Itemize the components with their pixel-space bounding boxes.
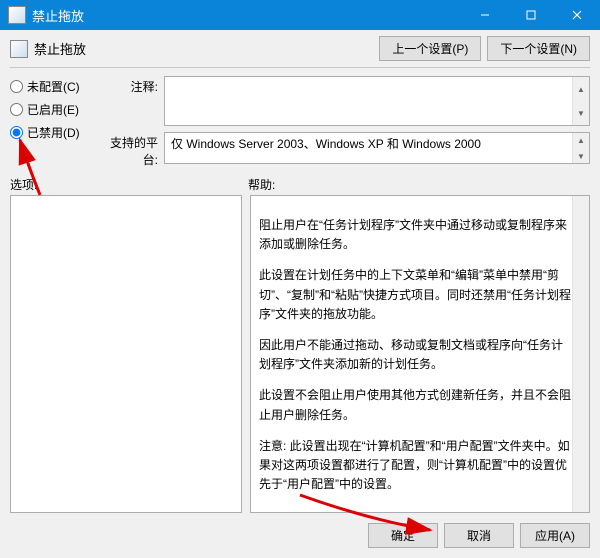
help-label: 帮助: bbox=[248, 176, 590, 193]
window-title: 禁止拖放 bbox=[32, 6, 462, 25]
config-area: 未配置(C) 已启用(E) 已禁用(D) 注释: ▲▼ 支持的平 bbox=[0, 76, 600, 168]
titlebar: 禁止拖放 bbox=[0, 0, 600, 30]
ok-button[interactable]: 确定 bbox=[368, 523, 438, 548]
help-scrollbar[interactable] bbox=[572, 196, 589, 512]
help-box: 阻止用户在“任务计划程序”文件夹中通过移动或复制程序来添加或删除任务。 此设置在… bbox=[250, 195, 590, 513]
help-paragraph: 因此用户不能通过拖动、移动或复制文档或程序向“任务计划程序”文件夹添加新的计划任… bbox=[259, 336, 571, 374]
footer: 确定 取消 应用(A) bbox=[0, 513, 600, 558]
options-label: 选项: bbox=[10, 176, 248, 193]
radio-enabled[interactable]: 已启用(E) bbox=[10, 101, 100, 118]
app-icon bbox=[8, 6, 26, 24]
next-setting-button[interactable]: 下一个设置(N) bbox=[487, 36, 590, 61]
body-row: 阻止用户在“任务计划程序”文件夹中通过移动或复制程序来添加或删除任务。 此设置在… bbox=[0, 195, 600, 513]
help-paragraph: 此设置在计划任务中的上下文菜单和“编辑”菜单中禁用“剪切”、“复制”和“粘贴”快… bbox=[259, 266, 571, 324]
fields: 注释: ▲▼ 支持的平台: 仅 Windows Server 2003、Wind… bbox=[100, 76, 590, 168]
minimize-button[interactable] bbox=[462, 0, 508, 30]
close-button[interactable] bbox=[554, 0, 600, 30]
options-box bbox=[10, 195, 242, 513]
help-paragraph: 注意: 此设置出现在“计算机配置”和“用户配置”文件夹中。如果对这两项设置都进行… bbox=[259, 437, 571, 495]
comment-field[interactable]: ▲▼ bbox=[164, 76, 590, 126]
radio-not-configured[interactable]: 未配置(C) bbox=[10, 78, 100, 95]
help-paragraph: 此设置不会阻止用户使用其他方式创建新任务，并且不会阻止用户删除任务。 bbox=[259, 386, 571, 424]
apply-button[interactable]: 应用(A) bbox=[520, 523, 590, 548]
radio-disabled[interactable]: 已禁用(D) bbox=[10, 124, 100, 141]
platform-field: 仅 Windows Server 2003、Windows XP 和 Windo… bbox=[164, 132, 590, 164]
platform-scrollbar[interactable]: ▲▼ bbox=[572, 133, 589, 163]
prev-setting-button[interactable]: 上一个设置(P) bbox=[379, 36, 481, 61]
policy-dialog: 禁止拖放 禁止拖放 上一个设置(P) 下一个设置(N) 未配置(C) bbox=[0, 0, 600, 558]
platform-label: 支持的平台: bbox=[100, 132, 164, 168]
comment-scrollbar[interactable]: ▲▼ bbox=[572, 77, 589, 125]
cancel-button[interactable]: 取消 bbox=[444, 523, 514, 548]
platform-value: 仅 Windows Server 2003、Windows XP 和 Windo… bbox=[171, 137, 481, 151]
section-labels: 选项: 帮助: bbox=[0, 168, 600, 195]
policy-title: 禁止拖放 bbox=[34, 39, 379, 58]
maximize-button[interactable] bbox=[508, 0, 554, 30]
comment-label: 注释: bbox=[100, 76, 164, 95]
divider bbox=[10, 67, 590, 68]
policy-icon bbox=[10, 40, 28, 58]
state-radios: 未配置(C) 已启用(E) 已禁用(D) bbox=[10, 76, 100, 141]
help-paragraph: 阻止用户在“任务计划程序”文件夹中通过移动或复制程序来添加或删除任务。 bbox=[259, 216, 571, 254]
header-row: 禁止拖放 上一个设置(P) 下一个设置(N) bbox=[0, 30, 600, 63]
